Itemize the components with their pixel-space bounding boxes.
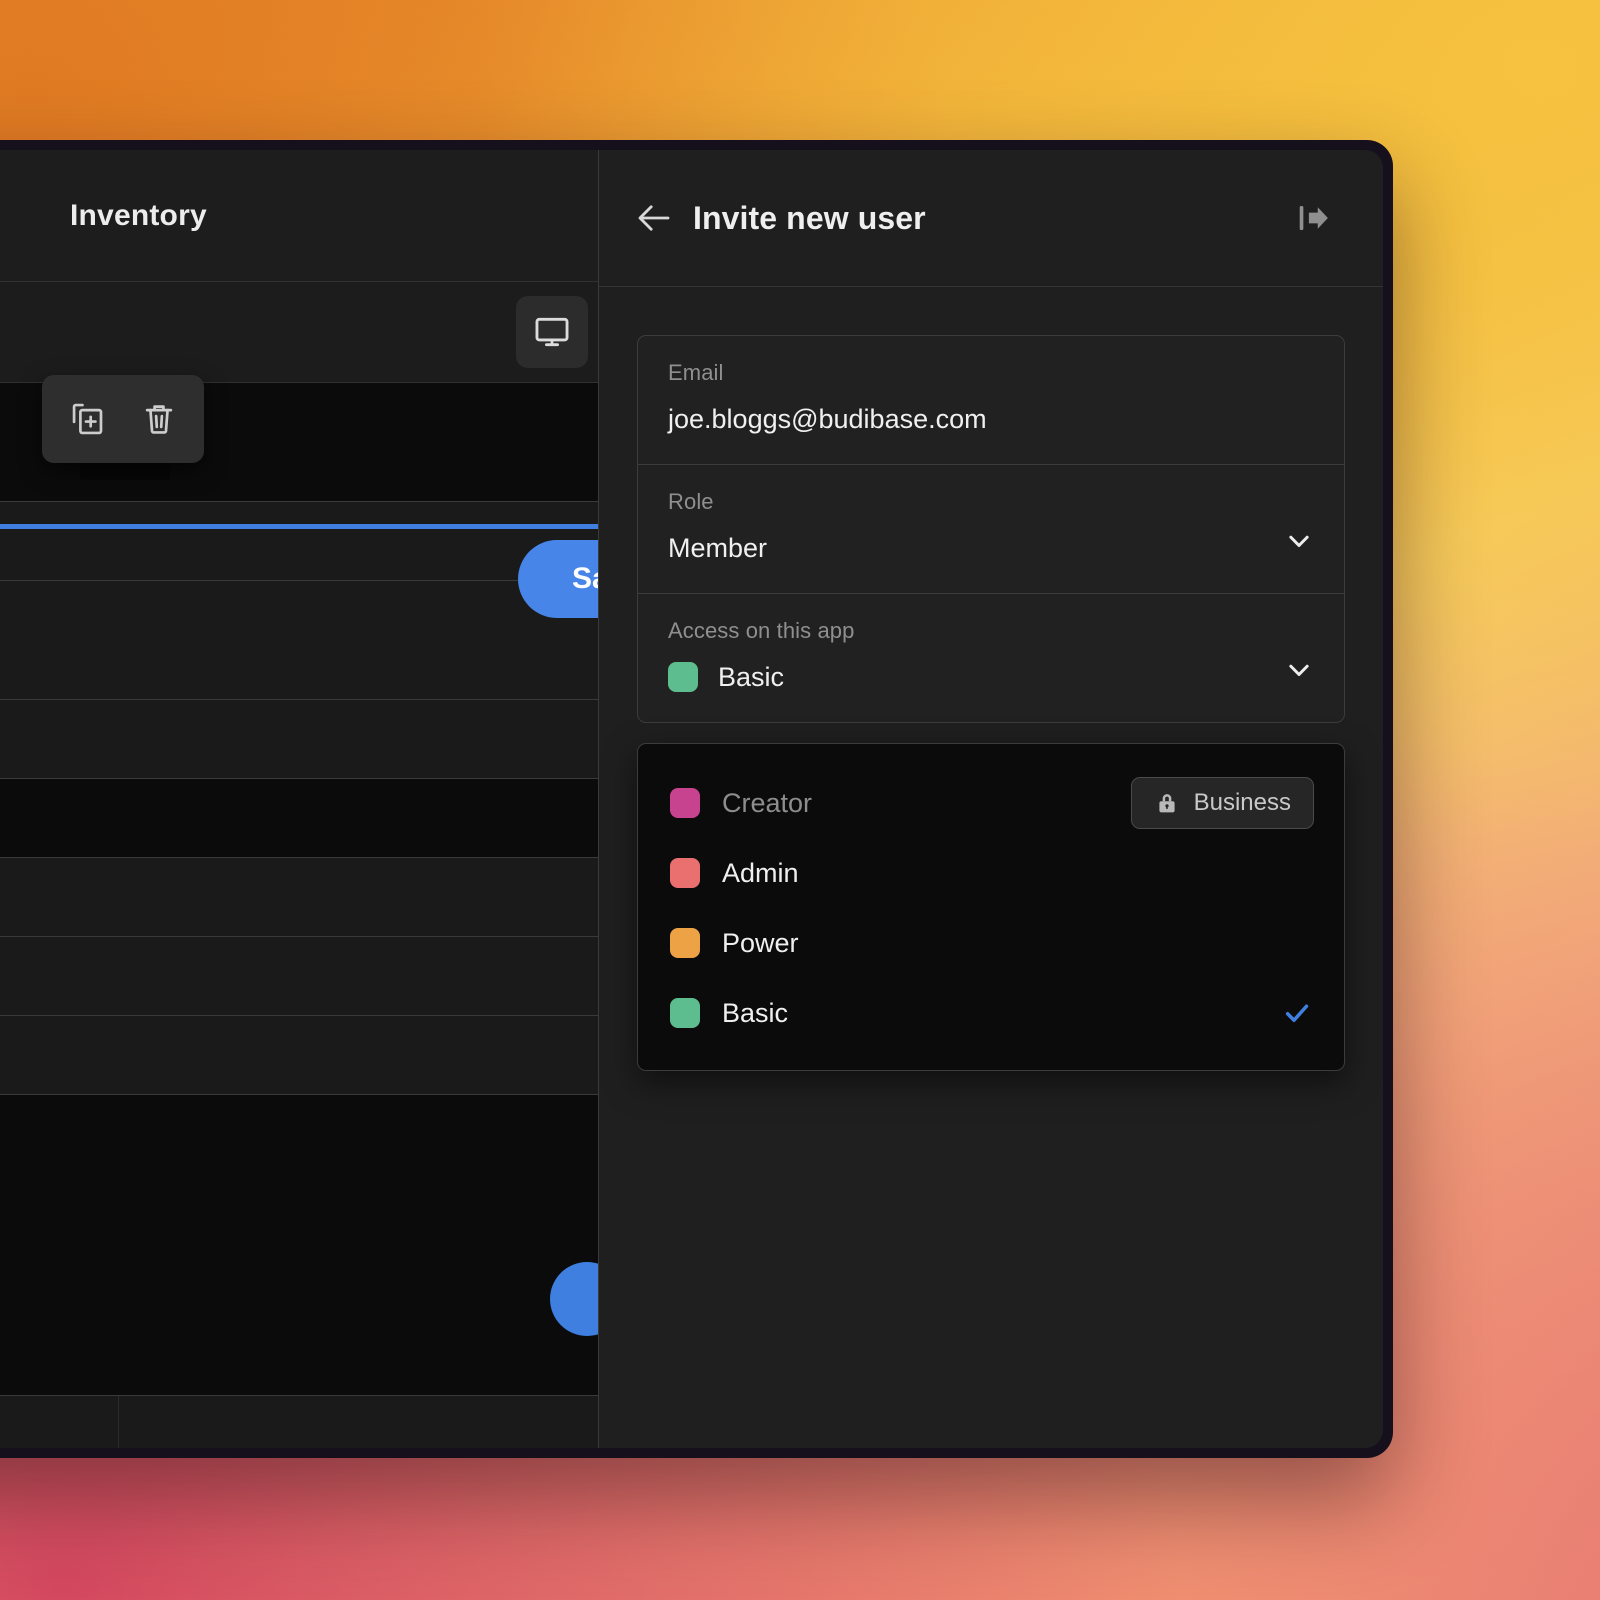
table-row[interactable] [0,858,598,937]
data-grid [0,383,598,1448]
app-access-field-label: Access on this app [668,618,855,643]
role-field-value: Member [668,532,768,563]
selection-rule [0,524,598,529]
email-field-label: Email [668,360,724,385]
app-toolbar [0,282,598,383]
plan-badge-label: Business [1193,789,1291,816]
dropdown-option-label: Admin [722,857,799,888]
monitor-icon[interactable] [516,296,588,368]
save-button[interactable]: Sa [518,540,598,618]
panel-expand-right-icon[interactable] [1291,196,1335,240]
table-row[interactable] [0,779,598,858]
table-row[interactable] [0,1016,598,1095]
screenshot-stage: Inventory S Invite new user Email joe.bl… [0,0,1600,1600]
role-color-swatch [670,928,700,958]
dropdown-option-power[interactable]: Power [638,908,1344,978]
app-header: Inventory [0,150,598,282]
panel-header: Invite new user [599,150,1383,287]
app-title: Inventory [70,198,207,232]
panel-body: Email joe.bloggs@budibase.com Role Membe… [599,287,1383,1448]
dropdown-option-label: Creator [722,787,813,818]
table-row[interactable] [0,1396,598,1448]
check-icon [1282,998,1312,1028]
email-field-value: joe.bloggs@budibase.com [668,403,987,434]
chevron-down-icon[interactable] [1284,655,1314,685]
row-action-toolbar [42,375,204,463]
app-window: Inventory S Invite new user Email joe.bl… [0,140,1393,1458]
table-row[interactable] [0,1095,598,1396]
lock-icon [1154,790,1180,816]
trash-icon[interactable] [140,400,178,438]
table-row[interactable] [0,700,598,779]
invite-form-card: Email joe.bloggs@budibase.com Role Membe… [637,335,1345,723]
app-access-dropdown: Creator Business Admin Power Basic [637,743,1345,1071]
duplicate-row-icon[interactable] [69,400,107,438]
app-access-field[interactable]: Access on this app Basic [638,594,1344,722]
plan-badge[interactable]: Business [1130,777,1314,829]
app-window-inner: Inventory S Invite new user Email joe.bl… [0,150,1383,1448]
dropdown-option-admin[interactable]: Admin [638,838,1344,908]
table-row[interactable] [0,581,598,700]
invite-new-user-panel: Invite new user Email joe.bloggs@budibas… [599,150,1383,1448]
role-color-swatch [668,662,698,692]
role-color-swatch [670,788,700,818]
app-access-field-value: Basic [718,661,785,692]
page-title: Invite new user [693,199,926,236]
role-field-label: Role [668,489,714,514]
background-app: Inventory S [0,150,599,1448]
chevron-down-icon[interactable] [1284,526,1314,556]
dropdown-option-label: Basic [722,997,789,1028]
dropdown-option-basic[interactable]: Basic [638,978,1344,1048]
table-row[interactable] [0,502,598,581]
email-field[interactable]: Email joe.bloggs@budibase.com [638,336,1344,465]
table-row[interactable] [0,937,598,1016]
role-color-swatch [670,998,700,1028]
role-color-swatch [670,858,700,888]
role-field[interactable]: Role Member [638,465,1344,594]
dropdown-option-label: Power [722,927,799,958]
arrow-left-icon[interactable] [631,195,677,241]
dropdown-option-creator: Creator Business [638,768,1344,838]
